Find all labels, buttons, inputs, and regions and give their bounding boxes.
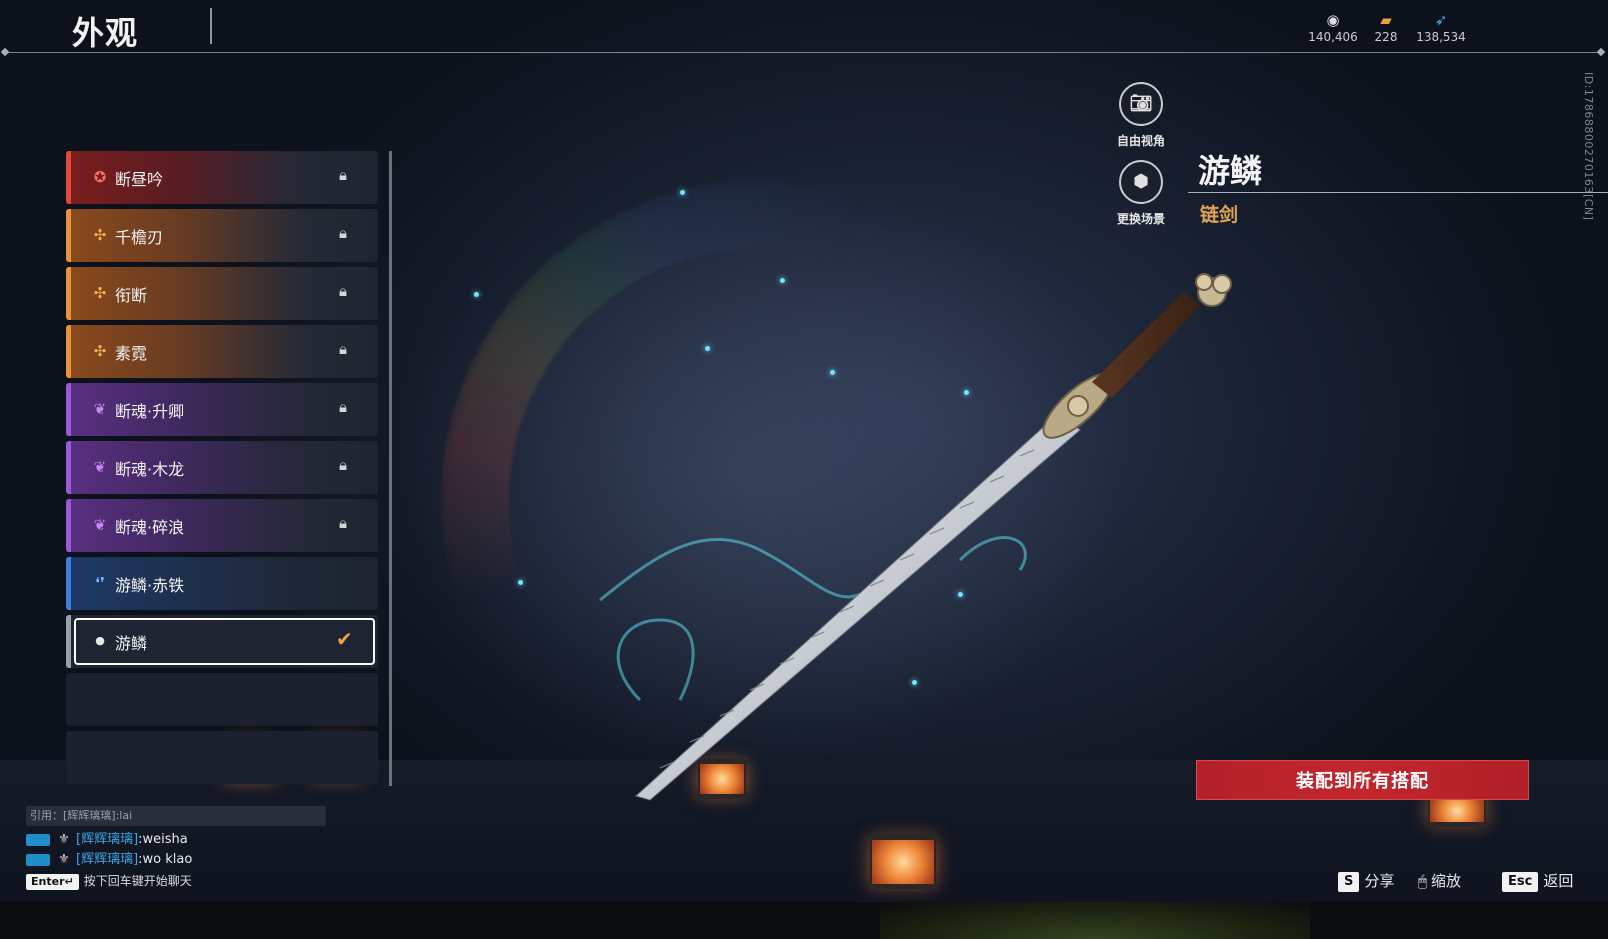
rarity-bar [66, 557, 71, 610]
rarity-emblem-icon: ✣ [93, 342, 107, 360]
zoom-label: 缩放 [1431, 872, 1462, 890]
skin-item-label: 断魂·木龙 [115, 460, 185, 479]
guild-emblem-icon: ⚜ [58, 852, 70, 867]
skin-item-label: 断魂·碎浪 [115, 518, 185, 537]
lock-icon: 🔒︎ [339, 514, 347, 532]
currency-value: 138,534 [1416, 30, 1466, 44]
chat-enter-hint[interactable]: Enter↵ 按下回车键开始聊天 [26, 872, 192, 890]
chat-text: :wo klao [138, 852, 193, 867]
bottom-strip [0, 902, 1608, 939]
rarity-bar [66, 615, 71, 668]
rarity-bar [66, 499, 71, 552]
page-title: 外观 [72, 14, 139, 52]
lock-icon: 🔒︎ [339, 282, 347, 300]
rarity-bar [66, 267, 71, 320]
skin-item-label: 断魂·升卿 [115, 402, 185, 421]
skin-item-label: 游鳞 [115, 634, 148, 653]
equip-all-button[interactable]: 装配到所有搭配 [1196, 760, 1529, 800]
back-label: 返回 [1543, 872, 1574, 890]
rarity-bar [66, 383, 71, 436]
smoke-wisps [599, 536, 1027, 702]
free-view-button[interactable]: 📷︎ 自由视角 [1110, 82, 1172, 149]
rarity-bar [66, 209, 71, 262]
title-divider [210, 8, 212, 44]
camera-icon: 📷︎ [1119, 82, 1163, 126]
chat-username[interactable]: [辉辉璃璃] [76, 832, 138, 847]
change-scene-button[interactable]: ⬢ 更换场景 [1110, 160, 1172, 227]
skin-item-label: 千檐刃 [115, 228, 164, 247]
skin-item-duanhun-suilang[interactable]: ❦ 断魂·碎浪 🔒︎ [66, 499, 378, 552]
enter-key: Enter↵ [26, 873, 79, 890]
player-id-label: ID:1786880027016З[CN] [1582, 72, 1595, 221]
skin-item-xianduan[interactable]: ✣ 衔断 🔒︎ [66, 267, 378, 320]
skin-item-duanhun-mulong[interactable]: ❦ 断魂·木龙 🔒︎ [66, 441, 378, 494]
skin-list: ✪ 断昼吟 🔒︎ ✣ 千檐刃 🔒︎ ✣ 衔断 🔒︎ ✣ 素霓 🔒︎ ❦ 断魂·升… [66, 151, 384, 789]
lock-icon: 🔒︎ [339, 398, 347, 416]
rarity-emblem-icon: ❦ [93, 458, 107, 476]
checkmark-icon: ✔ [336, 627, 353, 651]
weapon-name: 游鳞 [1198, 152, 1263, 190]
share-label: 分享 [1364, 872, 1395, 890]
weapon-name-divider [1188, 192, 1608, 193]
rarity-emblem-icon: ✣ [93, 284, 107, 302]
chat-username[interactable]: [辉辉璃璃] [76, 852, 138, 867]
lock-icon: 🔒︎ [339, 166, 347, 184]
rarity-emblem-icon: ❦ [93, 516, 107, 534]
empty-skin-slot [66, 731, 378, 784]
list-scrollbar[interactable] [389, 151, 392, 786]
rarity-bar [66, 151, 71, 204]
weapon-type: 链剑 [1200, 204, 1239, 226]
skin-item-duanhun-shengqing[interactable]: ❦ 断魂·升卿 🔒︎ [66, 383, 378, 436]
skin-item-label: 游鳞·赤铁 [115, 576, 185, 595]
skin-item-duanzhouyin[interactable]: ✪ 断昼吟 🔒︎ [66, 151, 378, 204]
sword-grip [1092, 292, 1200, 398]
lock-icon: 🔒︎ [339, 456, 347, 474]
zoom-hint[interactable]: 🖱︎ 缩放 [1418, 870, 1461, 891]
rarity-emblem-icon: ❛❜ [95, 574, 105, 592]
rarity-emblem-icon: ❦ [93, 400, 107, 418]
channel-tag-icon [26, 833, 50, 846]
star-icon: ✪ [93, 168, 107, 186]
s-key: S [1338, 871, 1360, 892]
rarity-bar [66, 441, 71, 494]
chat-text: :weisha [138, 832, 188, 847]
chat-message: ⚜ [辉辉璃璃]:wo klao [26, 848, 192, 867]
feather-icon: ➶ [1434, 11, 1448, 29]
header-divider [6, 52, 1602, 53]
esc-key: Esc [1502, 871, 1539, 892]
drop-icon: ● [95, 634, 105, 647]
rarity-bar [66, 325, 71, 378]
channel-tag-icon [26, 853, 50, 866]
share-hint[interactable]: S 分享 [1338, 870, 1394, 892]
empty-skin-slot [66, 673, 378, 726]
rarity-emblem-icon: ✣ [93, 226, 107, 244]
free-view-label: 自由视角 [1116, 134, 1165, 148]
change-scene-label: 更换场景 [1116, 212, 1165, 226]
back-hint[interactable]: Esc 返回 [1502, 870, 1573, 892]
skin-item-youlin[interactable]: ● 游鳞 ✔ [66, 615, 378, 668]
currency-value: 228 [1374, 30, 1398, 44]
cube-icon: ⬢ [1119, 160, 1163, 204]
skin-item-label: 衔断 [115, 286, 148, 305]
guild-emblem-icon: ⚜ [58, 832, 70, 847]
chat-quote: 引用：[辉辉璃璃]:lai [26, 806, 326, 826]
currency-feather: ➶ 138,534 [1406, 10, 1476, 44]
lock-icon: 🔒︎ [339, 224, 347, 242]
lock-icon: 🔒︎ [339, 340, 347, 358]
enter-hint-label: 按下回车键开始聊天 [83, 874, 192, 888]
sword-pommel [1195, 273, 1232, 307]
skin-item-qianyanren[interactable]: ✣ 千檐刃 🔒︎ [66, 209, 378, 262]
sword-blade [634, 411, 1081, 801]
chat-message: ⚜ [辉辉璃璃]:weisha [26, 828, 188, 847]
skin-item-youlin-chitie[interactable]: ❛❜ 游鳞·赤铁 [66, 557, 378, 610]
skin-item-suni[interactable]: ✣ 素霓 🔒︎ [66, 325, 378, 378]
mouse-icon: 🖱︎ [1418, 872, 1428, 890]
skin-item-label: 断昼吟 [115, 170, 164, 189]
skin-item-label: 素霓 [115, 344, 148, 363]
